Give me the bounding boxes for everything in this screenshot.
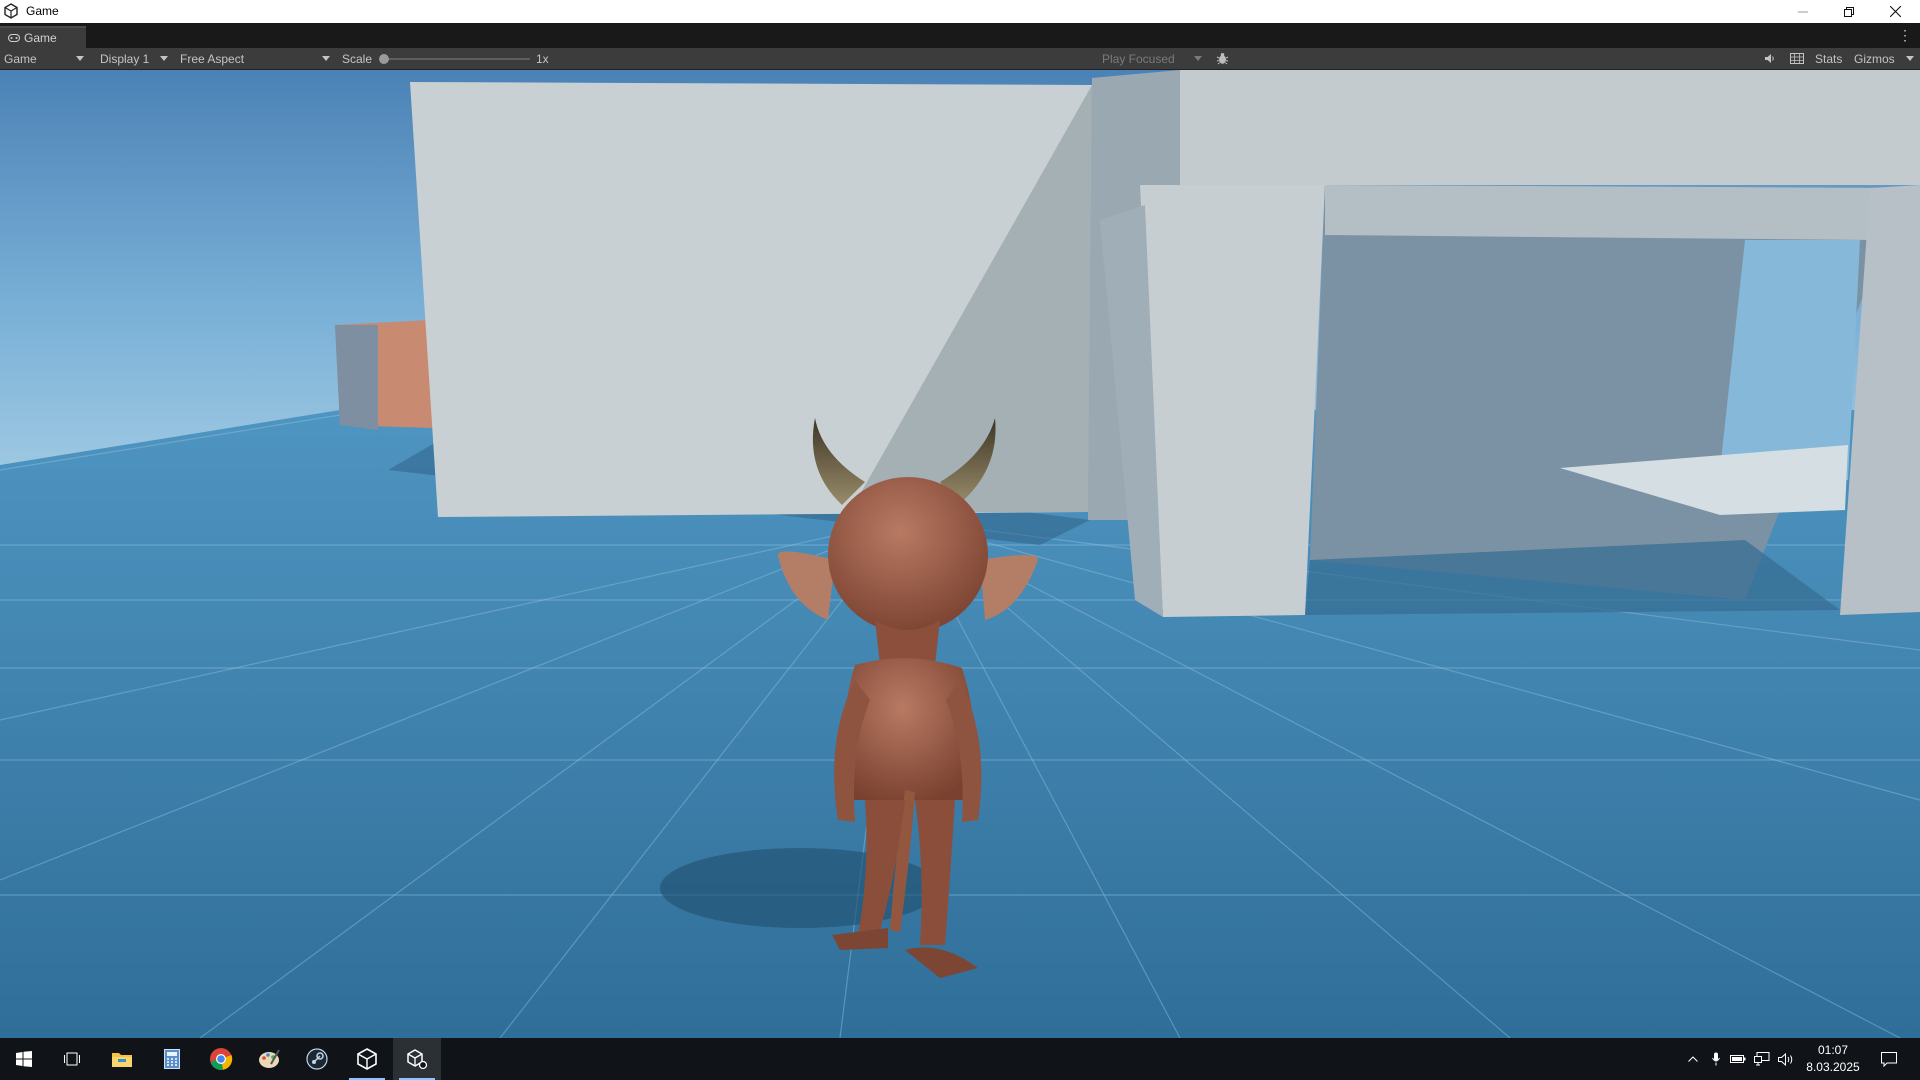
view-mode-label: Game [4,51,37,66]
action-center-button[interactable] [1874,1038,1904,1080]
grid-icon [1790,53,1804,64]
block-side [335,325,378,430]
unity-editor-button[interactable] [393,1038,441,1080]
window-title: Game [26,4,59,18]
microphone-tray[interactable] [1706,1038,1726,1080]
archway-ceiling [1325,185,1905,240]
aspect-dropdown[interactable]: Free Aspect [180,48,334,69]
steam-button[interactable] [293,1038,341,1080]
show-hidden-icons[interactable] [1682,1038,1704,1080]
display-label: Display 1 [100,51,150,66]
view-mode-dropdown[interactable]: Game [4,48,88,69]
close-icon [1889,6,1901,17]
close-button[interactable] [1872,0,1918,23]
start-icon [16,1051,32,1067]
chevron-down-icon [1906,56,1914,61]
scale-value: 1x [536,51,549,66]
chevron-up-icon [1688,1056,1698,1062]
tab-strip: Game ⋮ [0,23,1920,48]
chrome-icon [210,1048,233,1070]
stats-button[interactable]: Stats [1815,48,1842,69]
head [828,477,988,633]
torso [843,658,975,800]
network-icon [1754,1052,1770,1066]
tab-game[interactable]: Game [0,26,86,48]
play-mode-label: Play Focused [1102,51,1175,66]
minimize-icon [1798,11,1808,12]
kebab-menu-icon[interactable]: ⋮ [1898,27,1912,44]
file-explorer-icon [112,1053,132,1067]
microphone-icon [1712,1052,1720,1066]
restore-button[interactable] [1826,0,1872,23]
game-view-toolbar: Game Display 1 Free Aspect Scale 1x Play… [0,48,1920,70]
right-structure-top [1180,70,1920,185]
scale-slider-track[interactable] [384,58,530,60]
speaker-icon [1778,1052,1793,1066]
taskbar-clock[interactable]: 01:07 8.03.2025 [1800,1042,1866,1076]
bug-icon [1216,53,1228,65]
aspect-label: Free Aspect [180,51,245,66]
notification-icon [1881,1051,1897,1067]
paint-button[interactable] [245,1038,293,1080]
play-mode-dropdown[interactable]: Play Focused [1102,48,1206,69]
calculator-button[interactable] [148,1038,196,1080]
chevron-down-icon [322,56,330,61]
display-dropdown[interactable]: Display 1 [100,48,172,69]
network-tray[interactable] [1752,1038,1772,1080]
volume-tray[interactable] [1776,1038,1796,1080]
mute-audio-toggle[interactable] [1762,48,1778,69]
windows-taskbar: 01:07 8.03.2025 [0,1038,1920,1080]
scale-slider-handle[interactable] [379,54,389,64]
gamepad-icon [8,34,20,42]
game-render [0,70,1920,1038]
battery-tray[interactable] [1728,1038,1748,1080]
clock-time: 01:07 [1817,1043,1849,1057]
paint-icon [259,1049,280,1068]
unity-editor-icon [407,1049,428,1070]
unity-hub-icon [357,1048,377,1070]
clock-date: 8.03.2025 [1806,1060,1860,1074]
tab-label: Game [24,31,57,45]
chrome-button[interactable] [197,1038,245,1080]
minimize-button[interactable] [1780,0,1826,23]
window-titlebar: Game [0,0,1920,23]
unity-icon [4,3,18,19]
gizmos-button[interactable]: Gizmos [1854,48,1895,69]
chevron-down-icon [160,56,168,61]
battery-icon [1730,1055,1746,1063]
unity-hub-button[interactable] [343,1038,391,1080]
gizmos-dropdown[interactable] [1904,48,1918,69]
task-view-button[interactable] [48,1038,96,1080]
speaker-icon [1765,54,1774,63]
calculator-icon [164,1049,180,1069]
restore-icon [1844,6,1854,17]
chevron-down-icon [1194,56,1202,61]
steam-icon [306,1048,328,1070]
file-explorer-button[interactable] [98,1038,146,1080]
start-button[interactable] [0,1038,48,1080]
task-view-icon [64,1052,80,1066]
game-viewport[interactable] [0,70,1920,1038]
scale-label: Scale [342,51,373,66]
chevron-down-icon [76,56,84,61]
pillar-left [1140,185,1325,617]
debug-toggle[interactable] [1214,48,1230,69]
grid-toggle[interactable] [1788,48,1806,69]
